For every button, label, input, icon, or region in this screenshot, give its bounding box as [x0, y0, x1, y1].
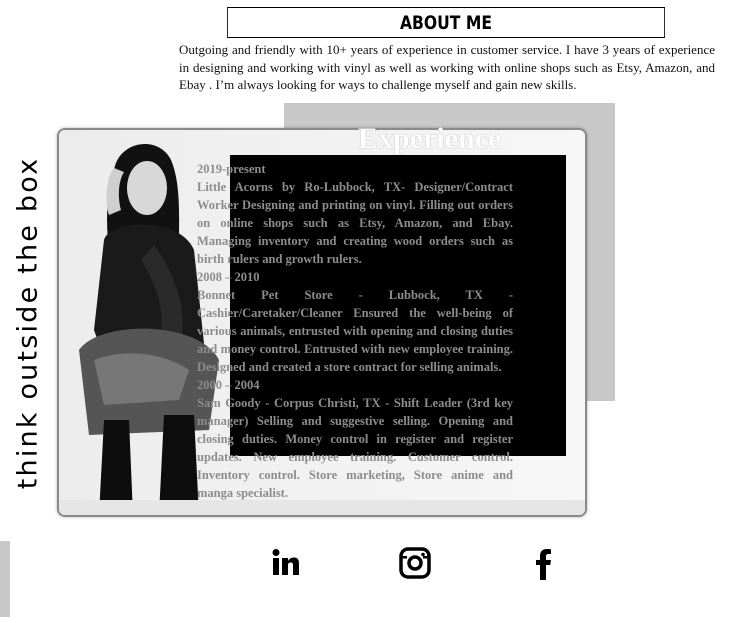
grey-side-bar — [0, 541, 10, 617]
job-2-description: Bonnet Pet Store - Lubbock, TX - Cashier… — [197, 288, 513, 374]
job-1-description: Little Acorns by Ro-Lubbock, TX- Designe… — [197, 180, 513, 266]
about-me-text: Outgoing and friendly with 10+ years of … — [179, 42, 715, 92]
linkedin-icon[interactable] — [265, 543, 305, 583]
tagline-vertical: think outside the box — [12, 156, 44, 489]
instagram-icon[interactable] — [395, 543, 435, 583]
job-3-description: Sam Goody - Corpus Christi, TX - Shift L… — [197, 396, 513, 500]
tagline-container: think outside the box — [8, 140, 48, 505]
job-1-dates: 2019-present — [197, 162, 266, 176]
facebook-icon[interactable] — [523, 543, 563, 583]
experience-list: 2019-present Little Acorns by Ro-Lubbock… — [197, 160, 513, 502]
job-3-dates: 2000 – 2004 — [197, 378, 260, 392]
about-me-heading: ABOUT ME — [227, 7, 665, 38]
job-2-dates: 2008 – 2010 — [197, 270, 260, 284]
experience-title: Experience — [358, 122, 502, 155]
